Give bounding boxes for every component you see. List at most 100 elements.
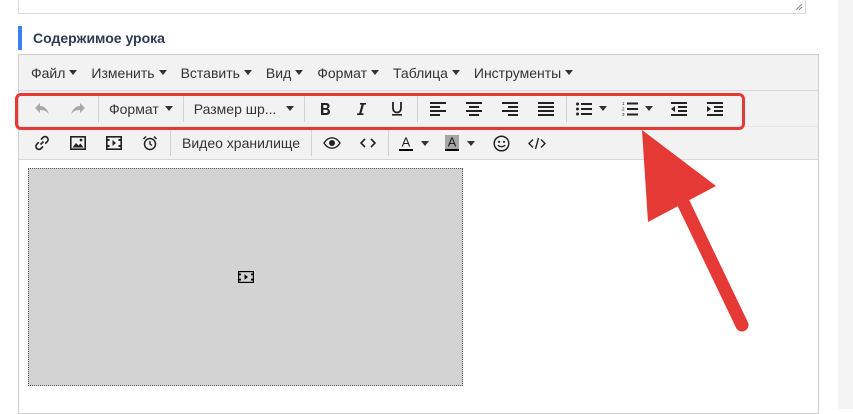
chevron-down-icon <box>599 106 608 111</box>
alarm-clock-icon <box>142 135 158 151</box>
background-color-glyph: A <box>448 135 457 150</box>
bullet-list-split-button <box>569 95 615 123</box>
align-left-button[interactable] <box>420 95 456 123</box>
font-size-dropdown-label: Размер шр... <box>193 100 277 117</box>
emoticons-button[interactable] <box>483 129 519 157</box>
embedded-video-placeholder[interactable] <box>28 168 463 386</box>
bullet-list-options-button[interactable] <box>599 106 615 111</box>
menu-label: Файл <box>31 64 66 81</box>
outdent-icon <box>671 101 688 116</box>
text-color-icon: A <box>399 135 414 151</box>
rich-text-editor: Файл Изменить Вставить Вид Формат Таблиц… <box>18 54 819 414</box>
smiley-icon <box>493 134 510 152</box>
menu-insert[interactable]: Вставить <box>174 65 259 81</box>
menu-label: Вид <box>265 64 292 81</box>
indent-button[interactable] <box>697 95 733 123</box>
image-icon <box>70 136 86 150</box>
background-color-split-button: A <box>437 129 483 157</box>
menu-format[interactable]: Формат <box>310 65 386 81</box>
menu-file[interactable]: Файл <box>24 65 84 81</box>
menu-view[interactable]: Вид <box>259 65 310 81</box>
svg-text:2: 2 <box>622 107 625 112</box>
undo-icon <box>35 102 49 115</box>
redo-icon <box>71 102 85 115</box>
menu-label: Изменить <box>91 64 155 81</box>
toolbar-separator <box>311 130 313 156</box>
text-color-button[interactable]: A <box>391 129 421 157</box>
justify-button[interactable] <box>528 95 564 123</box>
format-dropdown-label: Формат <box>109 100 159 117</box>
film-icon <box>237 271 254 283</box>
chevron-down-icon <box>645 106 654 111</box>
numbered-list-button[interactable]: 123 <box>615 95 645 123</box>
bullet-list-icon <box>576 102 593 115</box>
toolbar-row-formatting: Формат Размер шр... 1 2 3 <box>19 91 818 126</box>
editor-content-area[interactable] <box>19 160 818 410</box>
outdent-button[interactable] <box>661 95 697 123</box>
underline-icon <box>392 102 403 116</box>
background-color-icon: A <box>445 134 460 151</box>
chevron-down-icon <box>286 106 295 111</box>
toolbar-separator <box>182 95 184 122</box>
chevron-down-icon <box>69 70 78 75</box>
menu-tools[interactable]: Инструменты <box>467 65 580 81</box>
chevron-down-icon <box>158 70 167 75</box>
format-dropdown[interactable]: Формат <box>101 95 181 123</box>
source-code-button[interactable] <box>519 129 555 157</box>
align-center-icon <box>466 101 483 116</box>
video-storage-label: Видео хранилище <box>182 135 301 151</box>
align-left-icon <box>430 101 447 116</box>
video-storage-button[interactable]: Видео хранилище <box>173 129 309 157</box>
page-scroll-gutter <box>838 0 853 409</box>
insert-image-button[interactable] <box>60 129 96 157</box>
previous-textarea[interactable] <box>18 0 806 14</box>
font-size-dropdown[interactable]: Размер шр... <box>186 95 303 123</box>
link-icon <box>35 135 49 151</box>
align-right-button[interactable] <box>492 95 528 123</box>
menu-label: Таблица <box>392 64 448 81</box>
numbered-list-options-button[interactable] <box>645 106 661 111</box>
preview-button[interactable] <box>314 129 350 157</box>
chevron-down-icon <box>451 70 460 75</box>
toolbar-separator <box>98 95 99 122</box>
redo-button[interactable] <box>60 95 96 123</box>
background-color-options-button[interactable] <box>467 140 483 146</box>
toolbar-row-insert: Видео хранилище A A <box>19 126 818 160</box>
chevron-down-icon <box>565 70 574 75</box>
source-code-icon <box>528 137 547 149</box>
menu-label: Вставить <box>180 64 240 81</box>
toolbar-separator <box>417 95 419 122</box>
numbered-list-split-button: 123 <box>615 95 661 123</box>
resize-grip-icon[interactable] <box>795 3 803 11</box>
bullet-list-button[interactable] <box>569 95 599 123</box>
section-title: Содержимое урока <box>18 26 165 50</box>
bold-icon <box>321 102 331 115</box>
italic-icon <box>357 102 367 115</box>
undo-button[interactable] <box>24 95 60 123</box>
chevron-down-icon <box>370 70 379 75</box>
toolbar-separator <box>388 130 390 156</box>
toolbar-separator <box>304 95 306 122</box>
text-color-options-button[interactable] <box>421 140 437 146</box>
numbered-list-icon: 123 <box>622 101 639 116</box>
chevron-down-icon <box>421 140 430 146</box>
insert-media-button[interactable] <box>96 129 132 157</box>
align-center-button[interactable] <box>456 95 492 123</box>
italic-button[interactable] <box>343 95 379 123</box>
align-right-icon <box>502 101 519 116</box>
code-icon <box>360 138 377 148</box>
text-color-split-button: A <box>391 129 437 157</box>
menu-edit[interactable]: Изменить <box>84 65 173 81</box>
underline-button[interactable] <box>379 95 415 123</box>
menu-table[interactable]: Таблица <box>386 65 467 81</box>
menu-label: Формат <box>317 64 367 81</box>
bold-button[interactable] <box>307 95 343 123</box>
insert-link-button[interactable] <box>24 129 60 157</box>
chevron-down-icon <box>243 70 252 75</box>
text-color-glyph: A <box>402 135 411 150</box>
code-button[interactable] <box>350 129 386 157</box>
background-color-button[interactable]: A <box>437 129 467 157</box>
insert-datetime-button[interactable] <box>132 129 168 157</box>
svg-text:3: 3 <box>622 112 625 116</box>
align-justify-icon <box>538 101 555 116</box>
